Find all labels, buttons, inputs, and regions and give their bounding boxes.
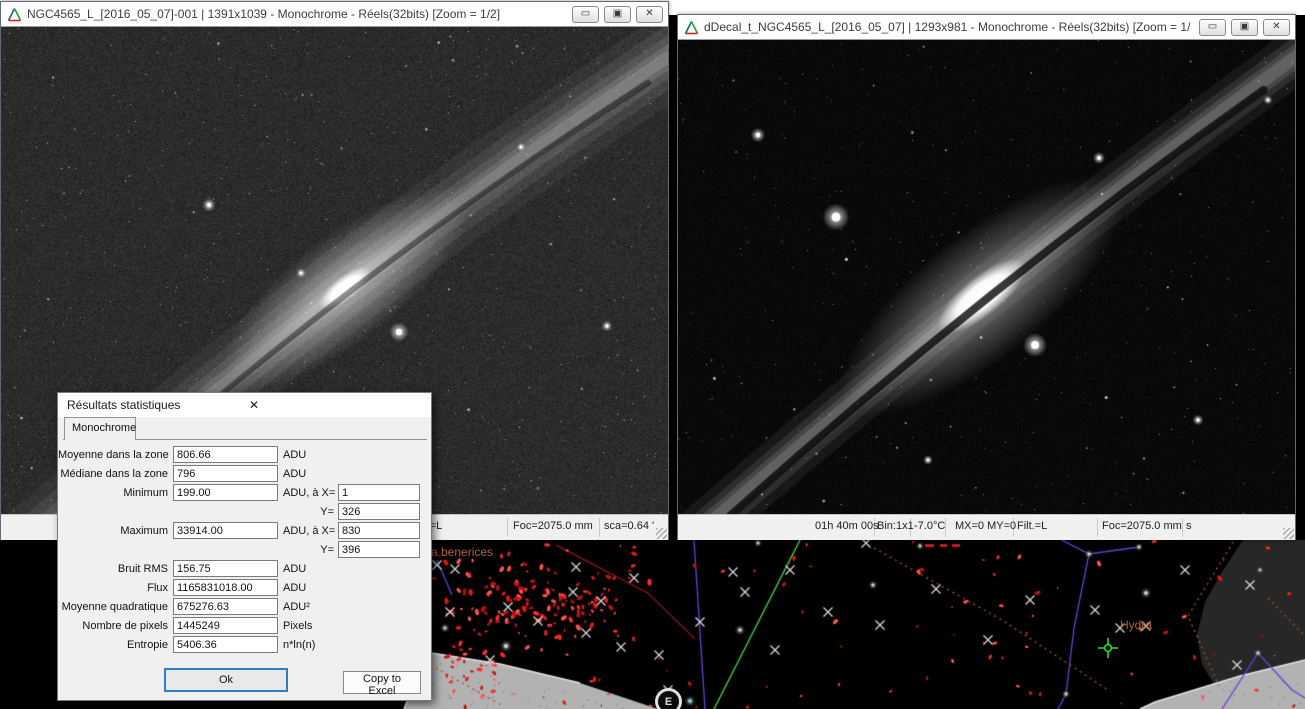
stat-row: Moyenne quadratique ADU²: [58, 597, 431, 616]
minimize-button[interactable]: ▭: [572, 6, 599, 23]
close-button[interactable]: ✕: [1263, 19, 1290, 36]
status-mount-xy: MX=0 MY=0: [955, 520, 1016, 532]
status-focal-length: Foc=2075.0 mm: [1102, 520, 1182, 532]
dialog-close-icon[interactable]: ✕: [249, 398, 422, 412]
stat-x-input[interactable]: [338, 484, 420, 501]
prism-app-icon: [7, 7, 22, 22]
target-crosshair-icon: [1098, 638, 1118, 658]
stat-row: Entropie n*ln(n): [58, 635, 431, 654]
stat-unit: n*ln(n): [278, 639, 338, 651]
stat-unit: ADU: [278, 449, 338, 461]
minimize-button[interactable]: ▭: [1199, 19, 1226, 36]
status-temperature: -7.0°C: [914, 520, 945, 532]
status-separator: [1182, 518, 1183, 537]
stat-label: Médiane dans la zone: [58, 468, 173, 480]
stat-label: Bruit RMS: [58, 563, 173, 575]
stat-label: Moyenne quadratique: [58, 601, 173, 613]
stat-row: Minimum ADU, à X=: [58, 483, 431, 502]
stat-unit: ADU²: [278, 601, 338, 613]
stat-row: Médiane dans la zone ADU: [58, 464, 431, 483]
right-window-titlebar[interactable]: dDecal_t_NGC4565_L_[2016_05_07] | 1293x9…: [678, 15, 1295, 40]
right-image-area: [678, 40, 1295, 514]
stat-label: Maximum: [58, 525, 173, 537]
resize-grip-icon[interactable]: [1283, 528, 1294, 539]
status-separator: [1097, 518, 1098, 537]
stat-row: Flux ADU: [58, 578, 431, 597]
application-screen: a benerices Hydra E NGC4565_L_[2016_05_0…: [0, 0, 1305, 709]
stat-row-y: Y=: [58, 540, 431, 559]
resize-grip-icon[interactable]: [656, 528, 667, 539]
left-window-titlebar[interactable]: NGC4565_L_[2016_05_07]-001 | 1391x1039 -…: [1, 2, 668, 27]
stat-unit: Pixels: [278, 620, 338, 632]
stat-row: Maximum ADU, à X=: [58, 521, 431, 540]
status-binning: Bin:1x1: [877, 520, 914, 532]
stat-y-label: Y=: [278, 506, 338, 518]
stat-row-y: Y=: [58, 502, 431, 521]
stats-dialog-title: Résultats statistiques: [67, 398, 240, 412]
stat-row: Moyenne dans la zone ADU: [58, 445, 431, 464]
stat-value-input[interactable]: [173, 484, 278, 501]
stat-y-input[interactable]: [338, 541, 420, 558]
stats-dialog-titlebar[interactable]: Résultats statistiques ✕: [58, 393, 431, 417]
image-window-ddecal: dDecal_t_NGC4565_L_[2016_05_07] | 1293x9…: [677, 14, 1296, 540]
stat-y-label: Y=: [278, 544, 338, 556]
stat-unit: ADU: [278, 582, 338, 594]
constellation-label-coma-berenices: a benerices: [431, 545, 493, 559]
right-window-statusbar: 01h 40m 00sBin:1x1-7.0°C MX=0 MY=0Filt.=L…: [678, 514, 1295, 540]
constellation-label-hydra: Hydra: [1120, 618, 1152, 632]
stats-fields: Moyenne dans la zoneADUMédiane dans la z…: [58, 445, 431, 654]
stat-value-input[interactable]: [173, 465, 278, 482]
stats-dialog-tabstrip: Monochrome: [58, 417, 431, 440]
stat-y-input[interactable]: [338, 503, 420, 520]
stat-label: Entropie: [58, 639, 173, 651]
prism-app-icon: [684, 20, 699, 35]
status-exposure-time: 01h 40m 00s: [815, 520, 879, 532]
stat-value-input[interactable]: [173, 446, 278, 463]
stat-value-input[interactable]: [173, 522, 278, 539]
close-button[interactable]: ✕: [636, 6, 663, 23]
tab-monochrome[interactable]: Monochrome: [64, 417, 136, 440]
stat-unit: ADU, à X=: [278, 487, 338, 499]
stat-value-input[interactable]: [173, 598, 278, 615]
stats-dialog: Résultats statistiques ✕ Monochrome Moye…: [57, 392, 432, 701]
stat-x-input[interactable]: [338, 522, 420, 539]
stat-value-input[interactable]: [173, 579, 278, 596]
stat-label: Moyenne dans la zone: [58, 449, 173, 461]
stat-value-input[interactable]: [173, 617, 278, 634]
galaxy-image-ddecal[interactable]: [678, 40, 1295, 514]
restore-button[interactable]: ▣: [1231, 19, 1258, 36]
east-cardinal-marker: E: [655, 688, 682, 709]
status-scale: sca=0.64 ': [604, 520, 654, 532]
stat-value-input[interactable]: [173, 560, 278, 577]
stat-label: Nombre de pixels: [58, 620, 173, 632]
stat-unit: ADU: [278, 563, 338, 575]
stat-row: Nombre de pixels Pixels: [58, 616, 431, 635]
status-filter: Filt.=L: [1017, 520, 1047, 532]
stat-row: Bruit RMS ADU: [58, 559, 431, 578]
status-separator: [507, 518, 508, 537]
stat-label: Minimum: [58, 487, 173, 499]
stat-value-input[interactable]: [173, 636, 278, 653]
status-scale-cut: s: [1186, 520, 1192, 532]
restore-button[interactable]: ▣: [604, 6, 631, 23]
stat-label: Flux: [58, 582, 173, 594]
right-window-title: dDecal_t_NGC4565_L_[2016_05_07] | 1293x9…: [704, 20, 1191, 34]
stat-unit: ADU, à X=: [278, 525, 338, 537]
copy-to-excel-button[interactable]: Copy to Excel: [343, 671, 421, 694]
status-separator: [599, 518, 600, 537]
stat-unit: ADU: [278, 468, 338, 480]
status-focal-length: Foc=2075.0 mm: [513, 520, 593, 532]
ok-button[interactable]: Ok: [164, 668, 288, 692]
left-window-title: NGC4565_L_[2016_05_07]-001 | 1391x1039 -…: [27, 7, 564, 21]
